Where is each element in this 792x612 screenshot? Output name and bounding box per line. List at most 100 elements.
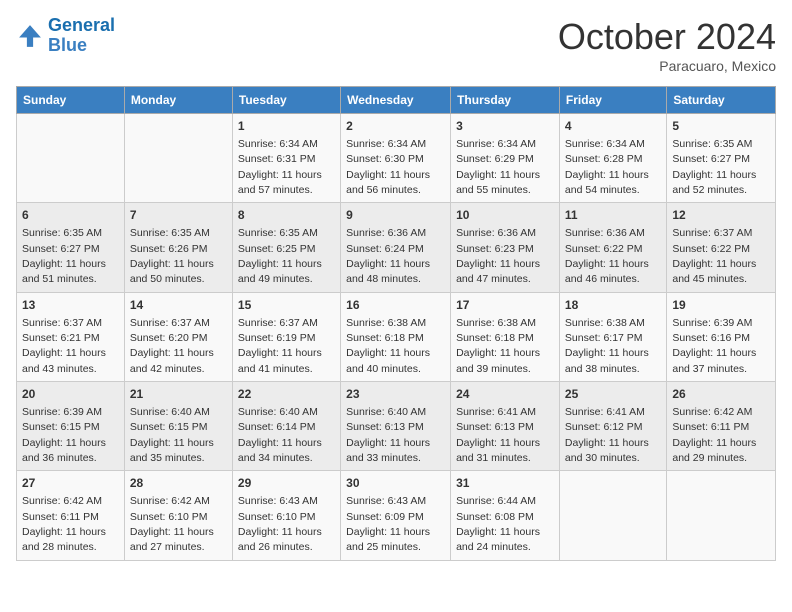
day-number: 11 bbox=[565, 207, 661, 224]
day-info: Sunrise: 6:42 AM Sunset: 6:11 PM Dayligh… bbox=[672, 406, 756, 464]
calendar-day-cell: 13 Sunrise: 6:37 AM Sunset: 6:21 PM Dayli… bbox=[17, 292, 125, 381]
calendar-day-cell bbox=[124, 114, 232, 203]
day-info: Sunrise: 6:35 AM Sunset: 6:27 PM Dayligh… bbox=[672, 138, 756, 196]
day-info: Sunrise: 6:40 AM Sunset: 6:13 PM Dayligh… bbox=[346, 406, 430, 464]
day-number: 21 bbox=[130, 386, 227, 403]
day-info: Sunrise: 6:38 AM Sunset: 6:18 PM Dayligh… bbox=[346, 317, 430, 375]
day-number: 31 bbox=[456, 475, 554, 492]
day-info: Sunrise: 6:34 AM Sunset: 6:28 PM Dayligh… bbox=[565, 138, 649, 196]
day-info: Sunrise: 6:38 AM Sunset: 6:18 PM Dayligh… bbox=[456, 317, 540, 375]
day-number: 28 bbox=[130, 475, 227, 492]
weekday-header: Wednesday bbox=[341, 87, 451, 114]
calendar-week-row: 20Sunrise: 6:39 AM Sunset: 6:15 PM Dayli… bbox=[17, 382, 776, 471]
calendar-week-row: 1 Sunrise: 6:34 AM Sunset: 6:31 PM Daylig… bbox=[17, 114, 776, 203]
day-info: Sunrise: 6:37 AM Sunset: 6:22 PM Dayligh… bbox=[672, 227, 756, 285]
day-number: 7 bbox=[130, 207, 227, 224]
calendar-day-cell: 17 Sunrise: 6:38 AM Sunset: 6:18 PM Dayli… bbox=[451, 292, 560, 381]
day-number: 8 bbox=[238, 207, 335, 224]
logo-line1: General bbox=[48, 15, 115, 35]
day-number: 18 bbox=[565, 297, 661, 314]
calendar-day-cell: 25 Sunrise: 6:41 AM Sunset: 6:12 PM Dayli… bbox=[559, 382, 666, 471]
day-number: 10 bbox=[456, 207, 554, 224]
day-number: 27 bbox=[22, 475, 119, 492]
page-header: General Blue October 2024 Paracuaro, Mex… bbox=[16, 16, 776, 74]
calendar-day-cell: 21 Sunrise: 6:40 AM Sunset: 6:15 PM Dayli… bbox=[124, 382, 232, 471]
day-info: Sunrise: 6:42 AM Sunset: 6:11 PM Dayligh… bbox=[22, 495, 106, 553]
calendar-day-cell: 8Sunrise: 6:35 AM Sunset: 6:25 PM Daylig… bbox=[232, 203, 340, 292]
day-info: Sunrise: 6:44 AM Sunset: 6:08 PM Dayligh… bbox=[456, 495, 540, 553]
calendar-day-cell: 16 Sunrise: 6:38 AM Sunset: 6:18 PM Dayli… bbox=[341, 292, 451, 381]
calendar-day-cell: 29 Sunrise: 6:43 AM Sunset: 6:10 PM Dayli… bbox=[232, 471, 340, 560]
calendar-day-cell: 15Sunrise: 6:37 AM Sunset: 6:19 PM Dayli… bbox=[232, 292, 340, 381]
day-number: 19 bbox=[672, 297, 770, 314]
day-number: 24 bbox=[456, 386, 554, 403]
day-info: Sunrise: 6:37 AM Sunset: 6:20 PM Dayligh… bbox=[130, 317, 214, 375]
calendar-week-row: 27 Sunrise: 6:42 AM Sunset: 6:11 PM Dayli… bbox=[17, 471, 776, 560]
day-info: Sunrise: 6:34 AM Sunset: 6:31 PM Dayligh… bbox=[238, 138, 322, 196]
calendar-week-row: 6Sunrise: 6:35 AM Sunset: 6:27 PM Daylig… bbox=[17, 203, 776, 292]
day-number: 9 bbox=[346, 207, 445, 224]
day-number: 4 bbox=[565, 118, 661, 135]
day-number: 12 bbox=[672, 207, 770, 224]
weekday-header: Thursday bbox=[451, 87, 560, 114]
weekday-header: Friday bbox=[559, 87, 666, 114]
day-number: 30 bbox=[346, 475, 445, 492]
calendar-day-cell: 23 Sunrise: 6:40 AM Sunset: 6:13 PM Dayli… bbox=[341, 382, 451, 471]
calendar-week-row: 13 Sunrise: 6:37 AM Sunset: 6:21 PM Dayli… bbox=[17, 292, 776, 381]
day-info: Sunrise: 6:40 AM Sunset: 6:15 PM Dayligh… bbox=[130, 406, 214, 464]
day-info: Sunrise: 6:37 AM Sunset: 6:19 PM Dayligh… bbox=[238, 317, 322, 375]
logo-line2: Blue bbox=[48, 35, 87, 55]
calendar-table: SundayMondayTuesdayWednesdayThursdayFrid… bbox=[16, 86, 776, 561]
day-info: Sunrise: 6:37 AM Sunset: 6:21 PM Dayligh… bbox=[22, 317, 106, 375]
calendar-day-cell: 11 Sunrise: 6:36 AM Sunset: 6:22 PM Dayli… bbox=[559, 203, 666, 292]
day-number: 23 bbox=[346, 386, 445, 403]
day-info: Sunrise: 6:34 AM Sunset: 6:29 PM Dayligh… bbox=[456, 138, 540, 196]
calendar-day-cell: 18 Sunrise: 6:38 AM Sunset: 6:17 PM Dayli… bbox=[559, 292, 666, 381]
day-number: 25 bbox=[565, 386, 661, 403]
calendar-day-cell: 31 Sunrise: 6:44 AM Sunset: 6:08 PM Dayli… bbox=[451, 471, 560, 560]
calendar-day-cell: 7 Sunrise: 6:35 AM Sunset: 6:26 PM Daylig… bbox=[124, 203, 232, 292]
weekday-header: Tuesday bbox=[232, 87, 340, 114]
day-info: Sunrise: 6:43 AM Sunset: 6:09 PM Dayligh… bbox=[346, 495, 430, 553]
day-info: Sunrise: 6:39 AM Sunset: 6:15 PM Dayligh… bbox=[22, 406, 106, 464]
calendar-day-cell: 20Sunrise: 6:39 AM Sunset: 6:15 PM Dayli… bbox=[17, 382, 125, 471]
weekday-header: Saturday bbox=[667, 87, 776, 114]
calendar-day-cell: 24 Sunrise: 6:41 AM Sunset: 6:13 PM Dayli… bbox=[451, 382, 560, 471]
day-number: 3 bbox=[456, 118, 554, 135]
calendar-day-cell: 30 Sunrise: 6:43 AM Sunset: 6:09 PM Dayli… bbox=[341, 471, 451, 560]
calendar-day-cell: 22 Sunrise: 6:40 AM Sunset: 6:14 PM Dayli… bbox=[232, 382, 340, 471]
day-info: Sunrise: 6:41 AM Sunset: 6:12 PM Dayligh… bbox=[565, 406, 649, 464]
day-number: 2 bbox=[346, 118, 445, 135]
day-info: Sunrise: 6:39 AM Sunset: 6:16 PM Dayligh… bbox=[672, 317, 756, 375]
day-info: Sunrise: 6:34 AM Sunset: 6:30 PM Dayligh… bbox=[346, 138, 430, 196]
day-info: Sunrise: 6:41 AM Sunset: 6:13 PM Dayligh… bbox=[456, 406, 540, 464]
day-number: 22 bbox=[238, 386, 335, 403]
calendar-day-cell: 2 Sunrise: 6:34 AM Sunset: 6:30 PM Daylig… bbox=[341, 114, 451, 203]
calendar-day-cell: 10Sunrise: 6:36 AM Sunset: 6:23 PM Dayli… bbox=[451, 203, 560, 292]
calendar-day-cell: 28 Sunrise: 6:42 AM Sunset: 6:10 PM Dayli… bbox=[124, 471, 232, 560]
calendar-day-cell: 9 Sunrise: 6:36 AM Sunset: 6:24 PM Daylig… bbox=[341, 203, 451, 292]
calendar-day-cell: 6Sunrise: 6:35 AM Sunset: 6:27 PM Daylig… bbox=[17, 203, 125, 292]
day-number: 17 bbox=[456, 297, 554, 314]
day-info: Sunrise: 6:35 AM Sunset: 6:26 PM Dayligh… bbox=[130, 227, 214, 285]
day-info: Sunrise: 6:42 AM Sunset: 6:10 PM Dayligh… bbox=[130, 495, 214, 553]
day-info: Sunrise: 6:36 AM Sunset: 6:24 PM Dayligh… bbox=[346, 227, 430, 285]
day-info: Sunrise: 6:43 AM Sunset: 6:10 PM Dayligh… bbox=[238, 495, 322, 553]
day-info: Sunrise: 6:38 AM Sunset: 6:17 PM Dayligh… bbox=[565, 317, 649, 375]
day-number: 14 bbox=[130, 297, 227, 314]
calendar-day-cell bbox=[667, 471, 776, 560]
day-number: 5 bbox=[672, 118, 770, 135]
calendar-day-cell bbox=[559, 471, 666, 560]
weekday-header: Monday bbox=[124, 87, 232, 114]
day-info: Sunrise: 6:40 AM Sunset: 6:14 PM Dayligh… bbox=[238, 406, 322, 464]
day-number: 1 bbox=[238, 118, 335, 135]
calendar-day-cell: 19 Sunrise: 6:39 AM Sunset: 6:16 PM Dayli… bbox=[667, 292, 776, 381]
day-number: 13 bbox=[22, 297, 119, 314]
day-number: 16 bbox=[346, 297, 445, 314]
day-number: 29 bbox=[238, 475, 335, 492]
weekday-header-row: SundayMondayTuesdayWednesdayThursdayFrid… bbox=[17, 87, 776, 114]
day-number: 26 bbox=[672, 386, 770, 403]
logo-text: General Blue bbox=[48, 16, 115, 56]
day-info: Sunrise: 6:36 AM Sunset: 6:22 PM Dayligh… bbox=[565, 227, 649, 285]
calendar-day-cell bbox=[17, 114, 125, 203]
